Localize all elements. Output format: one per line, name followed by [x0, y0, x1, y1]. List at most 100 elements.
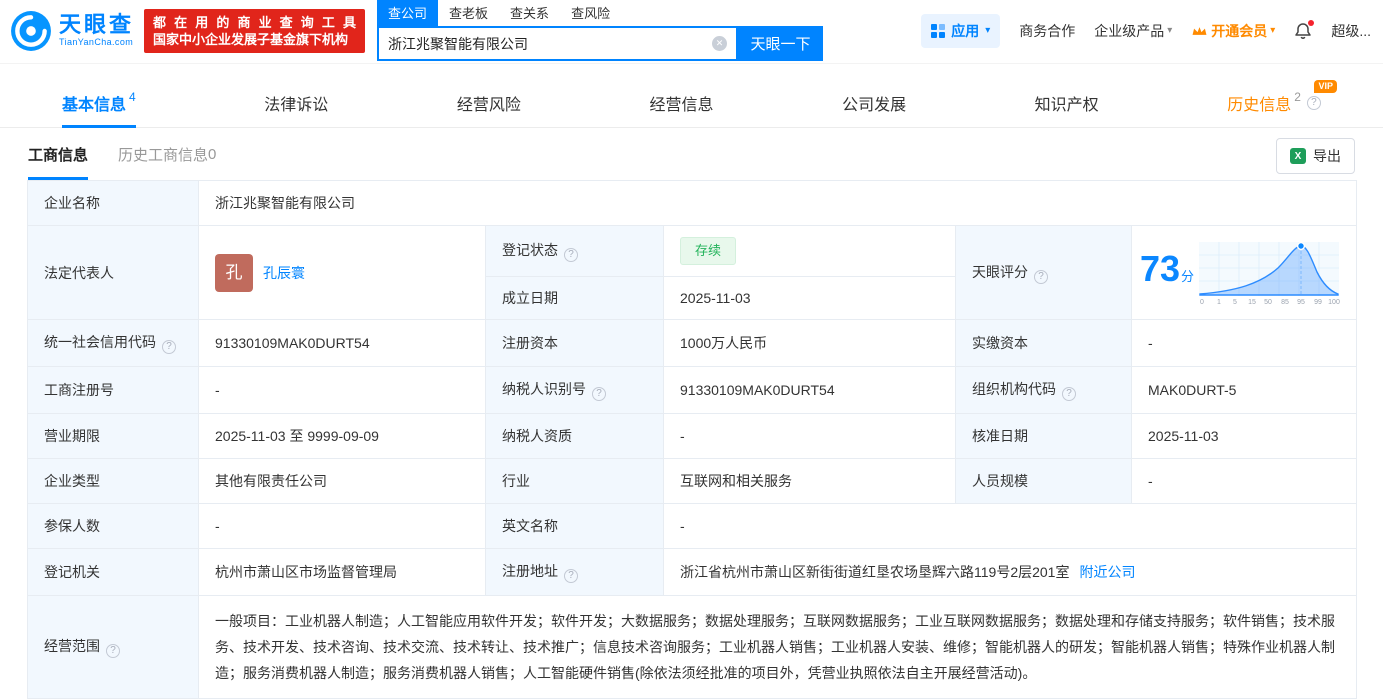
search-tab-boss[interactable]: 查老板: [438, 0, 499, 26]
search-tab-company[interactable]: 查公司: [377, 0, 439, 26]
subtab-history-business-info[interactable]: 历史工商信息 0: [118, 128, 216, 180]
field-label-reg-status: 登记状态: [485, 225, 664, 277]
tab-basic-info[interactable]: 基本信息 4: [62, 78, 136, 128]
field-label-taxpayer-id: 纳税人识别号: [485, 366, 664, 414]
subtab-label: 工商信息: [28, 146, 89, 164]
banner-line2: 国家中小企业发展子基金旗下机构: [153, 31, 349, 47]
field-value-legal-rep: 孔 孔辰寰: [198, 225, 486, 320]
field-value-reg-authority: 杭州市萧山区市场监督管理局: [198, 548, 486, 596]
header-nav: 应用 商务合作 企业级产品 开通会员 超级...: [921, 13, 1373, 48]
help-icon[interactable]: [564, 248, 578, 262]
help-icon[interactable]: [106, 644, 120, 658]
apps-menu[interactable]: 应用: [921, 13, 1001, 48]
apps-grid-icon: [931, 23, 946, 38]
search-tab-relation[interactable]: 查关系: [499, 0, 560, 26]
field-value-industry: 互联网和相关服务: [663, 458, 956, 504]
score-distribution-chart: 0 1 5 15 50 85 95 99 100: [1199, 241, 1340, 306]
score-axis: 0 1 5 15 50 85 95 99 100: [1200, 299, 1340, 306]
company-info-table: 企业名称 浙江兆聚智能有限公司 法定代表人 孔 孔辰寰 登记状态 存续 天眼评分…: [27, 180, 1358, 699]
score-axis-tick: 85: [1281, 299, 1289, 306]
tab-legal-litigation[interactable]: 法律诉讼: [264, 78, 328, 127]
field-label-text: 纳税人识别号: [502, 381, 586, 397]
tab-operation-info[interactable]: 经营信息: [649, 78, 713, 127]
help-icon[interactable]: [1306, 95, 1321, 110]
subtab-bar: 工商信息 历史工商信息 0 导出: [0, 128, 1383, 180]
tab-history-info[interactable]: 历史信息 2 VIP: [1227, 78, 1337, 127]
field-label-text: 组织机构代码: [972, 381, 1056, 397]
field-label-reg-capital: 注册资本: [485, 319, 664, 367]
field-label-reg-authority: 登记机关: [27, 548, 199, 596]
table-row: 企业名称 浙江兆聚智能有限公司: [27, 180, 1358, 226]
field-label-text: 注册地址: [502, 563, 558, 579]
clear-icon[interactable]: [712, 36, 728, 51]
score-axis-tick: 5: [1233, 299, 1237, 306]
tab-label: 知识产权: [1034, 96, 1099, 114]
nav-business-cooperation[interactable]: 商务合作: [1019, 21, 1075, 41]
table-row: 营业期限 2025-11-03 至 9999-09-09 纳税人资质 - 核准日…: [27, 413, 1358, 459]
nav-enterprise-products[interactable]: 企业级产品: [1094, 21, 1172, 41]
top-header: 天眼查 TianYanCha.com 都在用的商业查询工具 国家中小企业发展子基…: [0, 0, 1383, 64]
field-label-score: 天眼评分: [955, 225, 1132, 320]
search-input[interactable]: [388, 35, 713, 52]
subtab-label: 历史工商信息: [118, 146, 209, 164]
logo[interactable]: 天眼查 TianYanCha.com: [10, 10, 134, 52]
field-value-taxpayer-id: 91330109MAK0DURT54: [663, 366, 956, 414]
score-axis-tick: 99: [1314, 299, 1322, 306]
field-label-credit-code: 统一社会信用代码: [27, 319, 199, 367]
chevron-down-icon: [1270, 25, 1275, 36]
main-tabs: 基本信息 4 法律诉讼 经营风险 经营信息 公司发展 知识产权 历史信息 2 V…: [0, 78, 1383, 128]
field-label-reg-address: 注册地址: [485, 548, 664, 596]
tab-label: 历史信息: [1227, 96, 1292, 114]
banner-line1: 都在用的商业查询工具: [153, 14, 357, 30]
field-label-taxpayer-quality: 纳税人资质: [485, 413, 664, 459]
field-label-paid-capital: 实缴资本: [955, 319, 1132, 367]
export-button[interactable]: 导出: [1276, 138, 1355, 174]
score-axis-tick: 95: [1297, 299, 1305, 306]
search-button[interactable]: 天眼一下: [738, 26, 824, 61]
help-icon[interactable]: [162, 340, 176, 354]
field-value-insured-count: -: [198, 503, 486, 549]
crown-icon: [1192, 26, 1207, 35]
search-tabs: 查公司 查老板 查关系 查风险: [377, 0, 823, 26]
avatar[interactable]: 孔: [215, 253, 253, 292]
notification-bell[interactable]: [1294, 19, 1315, 40]
subtab-business-info[interactable]: 工商信息: [28, 128, 89, 180]
tab-label: 法律诉讼: [264, 96, 329, 114]
tab-label: 公司发展: [842, 96, 907, 114]
status-badge: 存续: [680, 237, 737, 265]
tab-intellectual-property[interactable]: 知识产权: [1035, 78, 1099, 127]
field-label-company-name: 企业名称: [27, 180, 199, 226]
nearby-companies-link[interactable]: 附近公司: [1079, 564, 1135, 580]
field-label-company-type: 企业类型: [27, 458, 199, 504]
field-value-business-term: 2025-11-03 至 9999-09-09: [198, 413, 486, 459]
apps-label: 应用: [951, 22, 980, 39]
field-label-legal-rep: 法定代表人: [27, 225, 199, 320]
field-label-text: 经营范围: [44, 638, 100, 654]
tab-company-development[interactable]: 公司发展: [842, 78, 906, 127]
field-label-business-term: 营业期限: [27, 413, 199, 459]
help-icon[interactable]: [564, 569, 578, 583]
score-axis-tick: 100: [1328, 299, 1340, 306]
excel-icon: [1290, 148, 1306, 164]
table-row: 法定代表人 孔 孔辰寰 登记状态 存续 天眼评分 73分: [27, 225, 1358, 320]
field-label-org-code: 组织机构代码: [955, 366, 1132, 414]
help-icon[interactable]: [592, 387, 606, 401]
nav-super-vip[interactable]: 超级...: [1331, 21, 1371, 41]
legal-rep-link[interactable]: 孔辰寰: [263, 263, 305, 283]
nav-open-vip[interactable]: 开通会员: [1191, 21, 1275, 41]
search-tab-risk[interactable]: 查风险: [560, 0, 621, 26]
field-label-industry: 行业: [485, 458, 664, 504]
search-block: 查公司 查老板 查关系 查风险 天眼一下: [377, 0, 824, 61]
address-text: 浙江省杭州市萧山区新街街道红垦农场垦辉六路119号2层201室: [680, 564, 1070, 580]
tab-operation-risk[interactable]: 经营风险: [457, 78, 521, 127]
score-axis-tick: 15: [1248, 299, 1256, 306]
table-row: 统一社会信用代码 91330109MAK0DURT54 注册资本 1000万人民…: [27, 319, 1358, 367]
field-value-company-type: 其他有限责任公司: [198, 458, 486, 504]
tab-label: 基本信息: [62, 96, 127, 114]
help-icon[interactable]: [1062, 387, 1076, 401]
field-label-reg-number: 工商注册号: [27, 366, 199, 414]
field-label-approval-date: 核准日期: [955, 413, 1132, 459]
field-value-reg-capital: 1000万人民币: [663, 319, 956, 367]
field-value-paid-capital: -: [1130, 319, 1358, 367]
help-icon[interactable]: [1034, 269, 1048, 284]
